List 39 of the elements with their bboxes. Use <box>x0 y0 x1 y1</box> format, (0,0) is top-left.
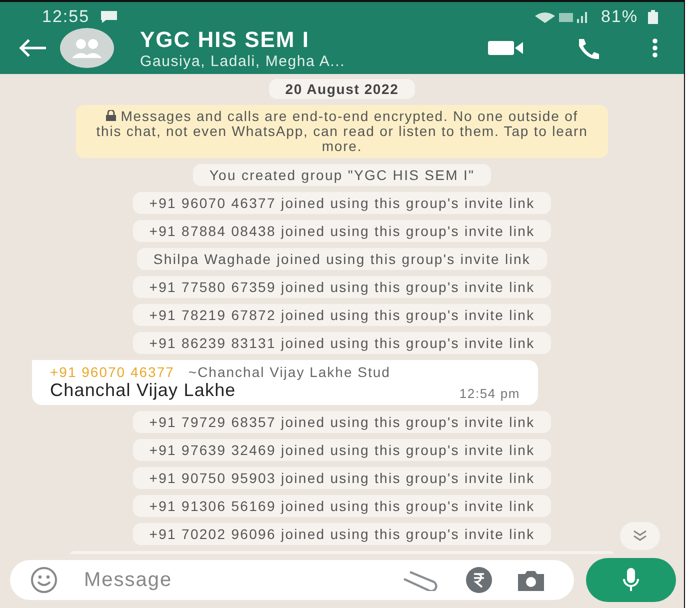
system-message: +91 70202 96096 joined using this group's invite link <box>133 523 551 545</box>
system-message: +91 90750 95903 joined using this group's invite link <box>133 467 551 489</box>
message-text: Chanchal Vijay Lakhe <box>50 380 237 401</box>
system-message: +91 97639 32469 joined using this group's invite link <box>133 439 551 461</box>
chat-bubble-icon <box>100 10 118 24</box>
system-message: +91 86239 83131 joined using this group's invite link <box>133 332 551 354</box>
group-avatar-icon[interactable] <box>60 28 114 68</box>
sender-name: ~Chanchal Vijay Lakhe Stud <box>188 364 390 380</box>
battery-percent: 81% <box>600 7 638 27</box>
date-chip: 20 August 2022 <box>269 79 415 99</box>
double-chevron-icon <box>632 530 648 542</box>
phone-call-icon[interactable] <box>576 37 600 59</box>
system-message: +91 87884 08438 joined using this group's invite link <box>133 220 551 242</box>
menu-icon[interactable] <box>652 38 658 58</box>
microphone-button[interactable] <box>586 558 676 602</box>
video-call-icon[interactable] <box>488 38 524 58</box>
system-message: +91 91306 56169 joined using this group's invite link <box>133 495 551 517</box>
group-members[interactable]: Gausiya, Ladali, Megha A... <box>140 52 476 70</box>
group-title[interactable]: YGC HIS SEM I <box>140 26 476 52</box>
message-placeholder: Message <box>84 568 174 592</box>
scroll-down-button[interactable] <box>620 522 660 550</box>
battery-icon <box>648 10 658 24</box>
rupee-icon[interactable] <box>466 567 492 593</box>
system-message: +91 78219 67872 joined using this group's invite link <box>133 304 551 326</box>
system-message: +91 79729 68357 joined using this group's invite link <box>133 411 551 433</box>
back-arrow-icon[interactable] <box>18 38 48 58</box>
system-message: +91 96070 46377 joined using this group's invite link <box>133 192 551 214</box>
message-time: 12:54 pm <box>459 386 520 401</box>
microphone-icon <box>622 568 640 592</box>
emoji-icon[interactable] <box>30 566 58 594</box>
status-time: 12:55 <box>42 7 90 27</box>
message-bubble[interactable]: +91 96070 46377 ~Chanchal Vijay Lakhe Stud Chanchal Vijay Lakhe 12:54 pm <box>32 360 538 405</box>
encryption-notice[interactable]: Messages and calls are end-to-end encrypted. No one outside of this chat, not even WhatsApp, can read or listen to them. Tap to learn more. <box>76 105 608 158</box>
system-message: You created group "YGC HIS SEM I" <box>193 164 491 186</box>
message-input-field[interactable]: Message <box>10 560 574 600</box>
system-message: Shilpa Waghade joined using this group's invite link <box>137 248 547 270</box>
lock-icon <box>106 110 116 121</box>
system-message: +91 77580 67359 joined using this group's invite link <box>133 276 551 298</box>
camera-icon[interactable] <box>518 569 544 591</box>
